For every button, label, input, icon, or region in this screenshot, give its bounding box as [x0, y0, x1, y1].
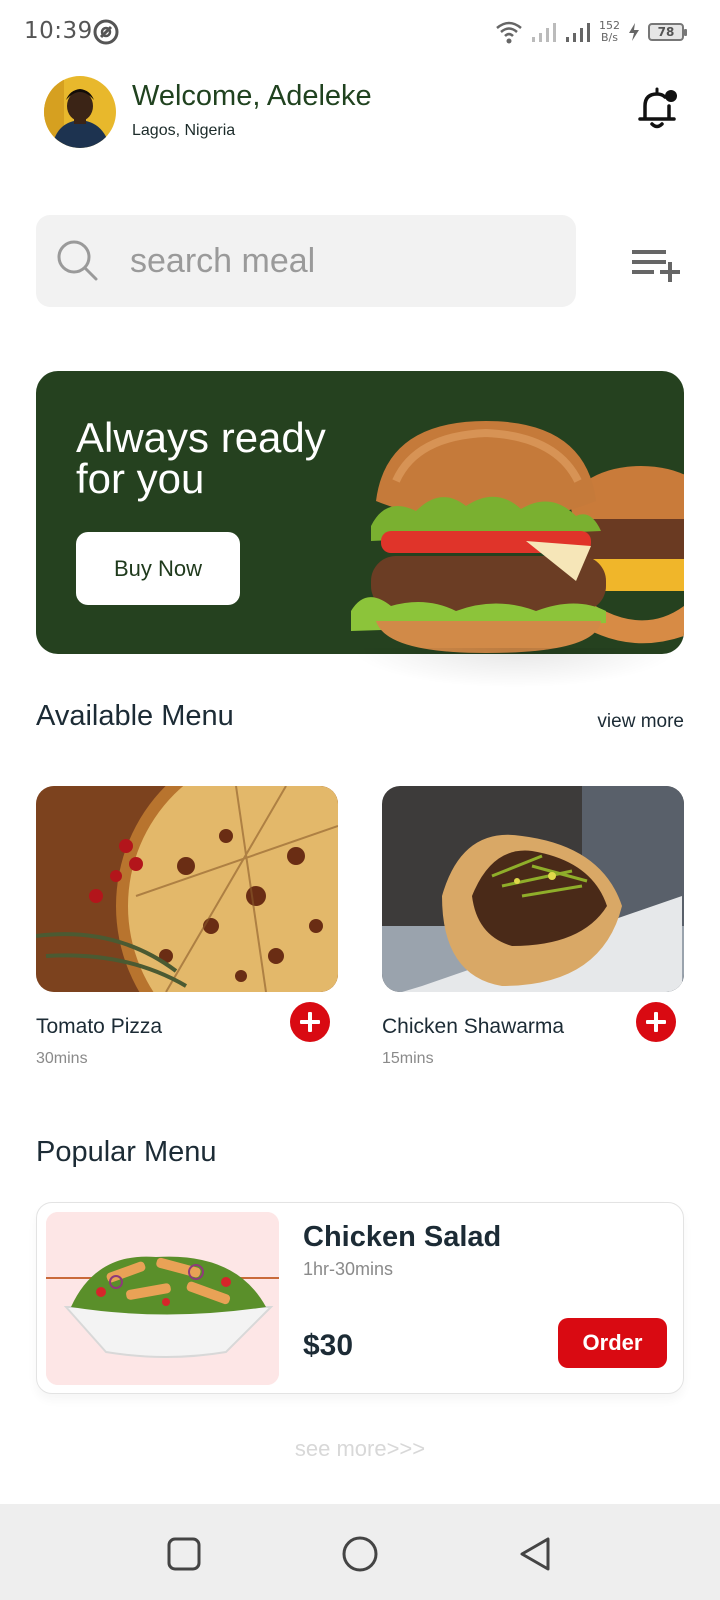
menu-item-name: Tomato Pizza [36, 1015, 163, 1038]
popular-item-card[interactable]: Chicken Salad 1hr-30mins $30 Order [36, 1202, 684, 1394]
shawarma-image [382, 786, 684, 992]
status-bar: 10:39 152 B/s 78 [0, 0, 720, 64]
net-speed: 152 B/s [599, 20, 620, 44]
order-button[interactable]: Order [558, 1318, 667, 1368]
menu-item-time: 30mins [36, 1050, 88, 1067]
popular-item-price: $30 [303, 1329, 354, 1362]
charging-icon [629, 23, 639, 41]
back-triangle-icon[interactable] [516, 1534, 556, 1574]
welcome-text: Welcome, Adeleke [132, 80, 372, 112]
app-status-icon [93, 19, 119, 45]
square-nav-icon[interactable] [164, 1534, 204, 1574]
menu-card[interactable]: Chicken Shawarma 15mins [382, 786, 684, 1067]
pizza-image [36, 786, 338, 992]
menu-item-name: Chicken Shawarma [382, 1015, 565, 1038]
popular-item-time: 1hr-30mins [303, 1259, 394, 1279]
circle-nav-icon[interactable] [340, 1534, 380, 1574]
filter-add-icon[interactable] [630, 244, 682, 284]
promo-banner: Always ready for you Buy Now [36, 371, 684, 654]
status-icons: 152 B/s 78 [495, 16, 687, 48]
battery-icon: 78 [648, 23, 687, 41]
wifi-icon [496, 21, 522, 44]
search-icon [57, 240, 98, 281]
signal-icon [566, 23, 590, 42]
menu-card[interactable]: Tomato Pizza 30mins [36, 786, 338, 1067]
popular-menu-title: Popular Menu [36, 1136, 217, 1168]
net-speed-unit: B/s [601, 31, 618, 44]
menu-item-time: 15mins [382, 1050, 434, 1067]
signal-icon [532, 23, 556, 42]
avatar[interactable] [44, 76, 116, 148]
location-text: Lagos, Nigeria [132, 122, 236, 139]
banner-title: Always ready for you [76, 414, 326, 502]
see-more-link[interactable]: see more>>> [0, 1436, 720, 1462]
available-menu-title: Available Menu [36, 700, 234, 732]
banner-shadow [350, 648, 680, 688]
popular-item-name: Chicken Salad [303, 1221, 502, 1253]
status-time: 10:39 [24, 18, 93, 44]
buy-now-button[interactable]: Buy Now [76, 532, 240, 605]
search-bar[interactable] [36, 215, 576, 307]
add-to-cart-button[interactable] [290, 1002, 330, 1042]
system-nav-bar [0, 1504, 720, 1600]
salad-image [46, 1212, 279, 1385]
add-to-cart-button[interactable] [636, 1002, 676, 1042]
bell-icon[interactable] [636, 86, 678, 130]
view-more-link[interactable]: view more [597, 711, 684, 733]
search-input[interactable] [130, 233, 550, 289]
burger-image [351, 421, 684, 653]
